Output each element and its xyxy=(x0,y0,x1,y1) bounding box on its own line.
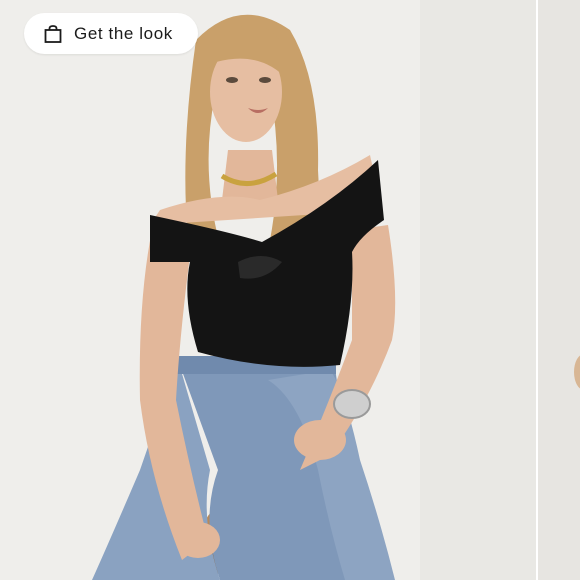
product-photo[interactable] xyxy=(0,0,536,580)
next-product-photo-preview[interactable] xyxy=(538,0,580,580)
product-image-carousel[interactable]: Get the look xyxy=(0,0,580,580)
next-photo-illustration xyxy=(538,0,580,580)
get-the-look-label: Get the look xyxy=(74,23,173,43)
get-the-look-button[interactable]: Get the look xyxy=(24,13,198,54)
shopping-bag-icon xyxy=(42,23,64,45)
model-illustration xyxy=(0,0,536,580)
